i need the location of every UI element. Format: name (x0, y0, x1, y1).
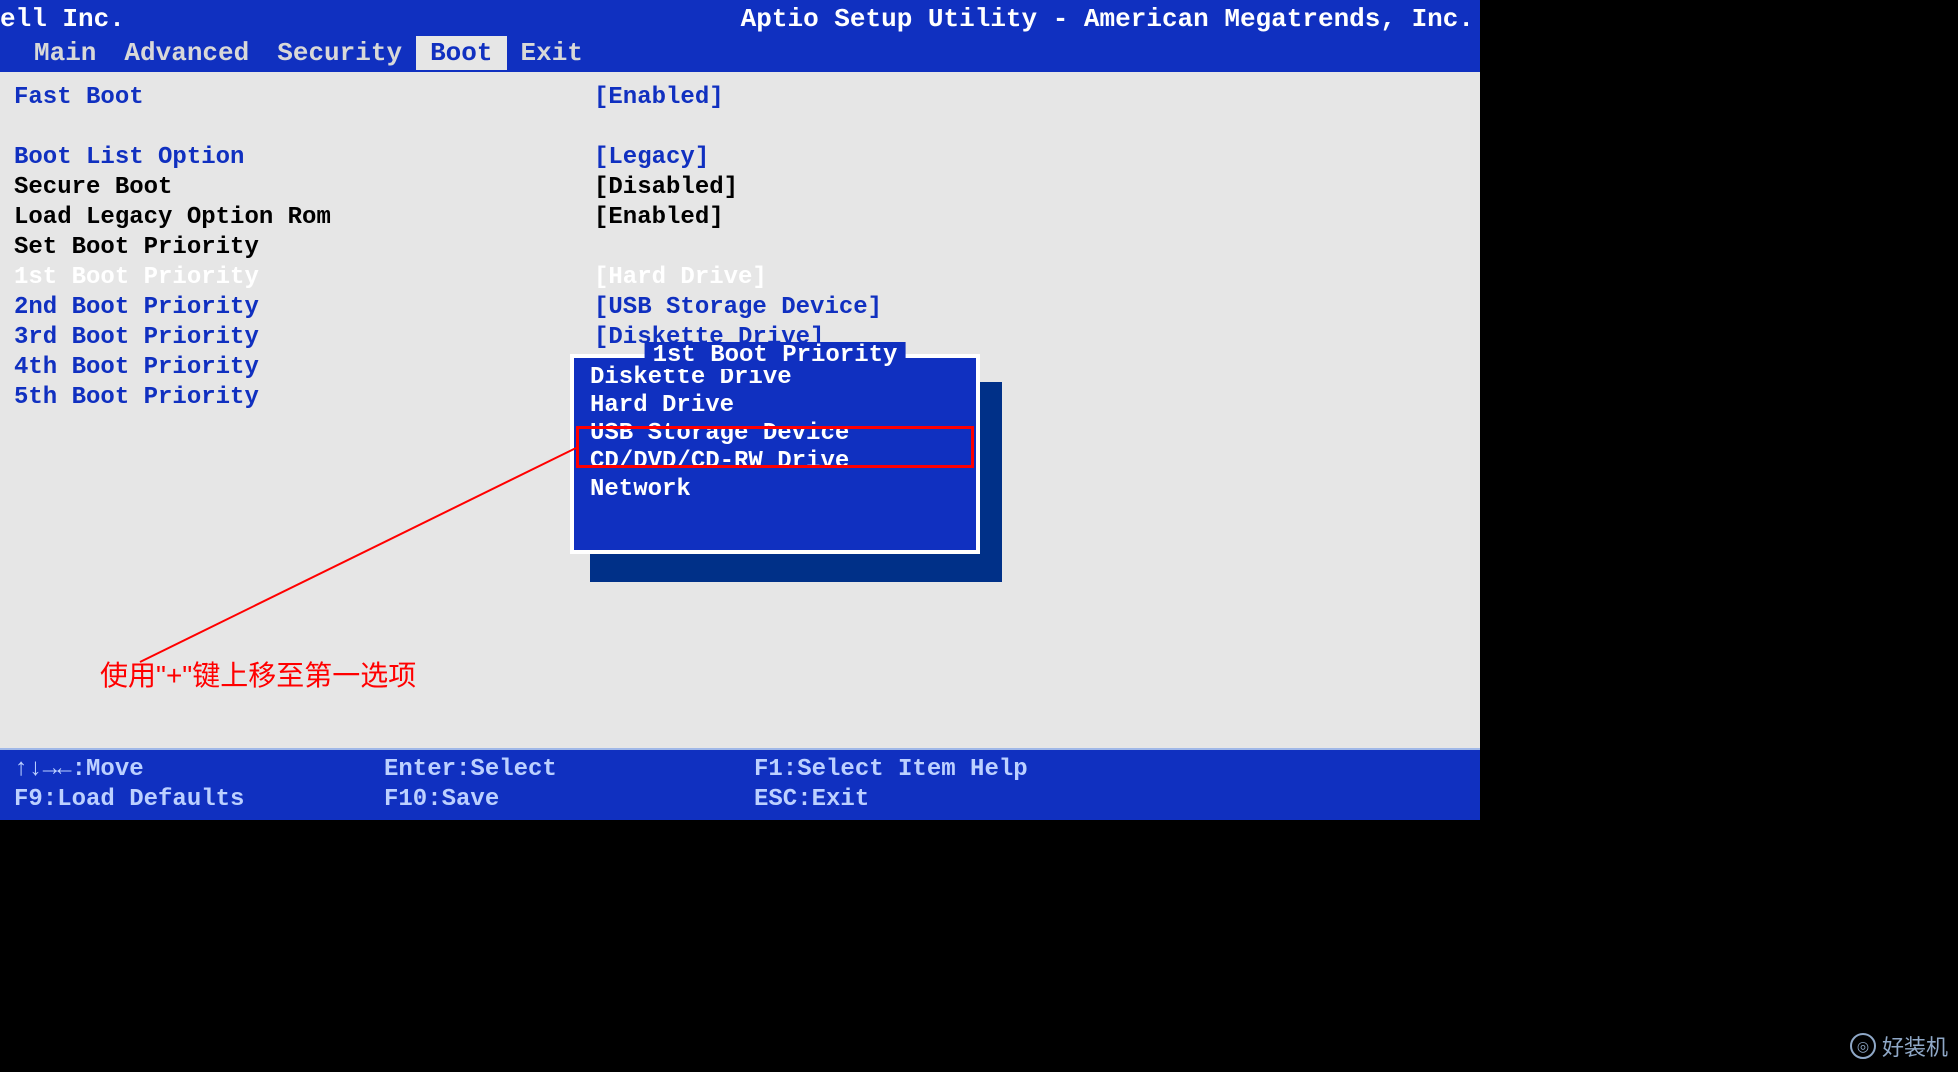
label-fast-boot: Fast Boot (14, 84, 594, 111)
tabs: Main Advanced Security Boot Exit (20, 36, 597, 70)
row-load-legacy-option-rom[interactable]: Load Legacy Option Rom [Enabled] (14, 202, 1466, 232)
tab-advanced[interactable]: Advanced (110, 36, 263, 70)
annotation-text: 使用"+"键上移至第一选项 (100, 654, 416, 694)
label-boot1: 1st Boot Priority (14, 264, 594, 291)
bios-screen: ell Inc. Aptio Setup Utility - American … (0, 0, 1480, 820)
footer-enter: Enter:Select (384, 756, 754, 786)
row-boot-list-option[interactable]: Boot List Option [Legacy] (14, 142, 1466, 172)
label-secure-boot: Secure Boot (14, 174, 594, 201)
popup-item-hard-drive[interactable]: Hard Drive (584, 392, 966, 420)
footer-f9: F9:Load Defaults (14, 786, 384, 816)
tab-main[interactable]: Main (20, 36, 110, 70)
footer-f1: F1:Select Item Help (754, 756, 1124, 786)
footer-esc: ESC:Exit (754, 786, 1124, 816)
label-load-legacy: Load Legacy Option Rom (14, 204, 594, 231)
popup-item-usb-storage[interactable]: USB Storage Device (584, 420, 966, 448)
row-secure-boot[interactable]: Secure Boot [Disabled] (14, 172, 1466, 202)
watermark: ◎ 好装机 (1850, 1030, 1948, 1062)
label-boot4: 4th Boot Priority (14, 354, 594, 381)
spacer (14, 112, 1466, 142)
value-secure-boot: [Disabled] (594, 174, 738, 201)
popup-title: 1st Boot Priority (645, 342, 906, 369)
popup-item-network[interactable]: Network (584, 476, 966, 504)
row-set-boot-priority[interactable]: Set Boot Priority (14, 232, 1466, 262)
label-boot3: 3rd Boot Priority (14, 324, 594, 351)
tab-security[interactable]: Security (263, 36, 416, 70)
row-boot1[interactable]: 1st Boot Priority [Hard Drive] (14, 262, 1466, 292)
value-load-legacy: [Enabled] (594, 204, 724, 231)
row-fast-boot[interactable]: Fast Boot [Enabled] (14, 82, 1466, 112)
tab-exit[interactable]: Exit (507, 36, 597, 70)
popup-item-cd-dvd[interactable]: CD/DVD/CD-RW Drive (584, 448, 966, 476)
label-boot-list-option: Boot List Option (14, 144, 594, 171)
body-panel: Fast Boot [Enabled] Boot List Option [Le… (0, 72, 1480, 748)
label-boot5: 5th Boot Priority (14, 384, 594, 411)
vendor-label: ell Inc. (0, 4, 125, 34)
footer-move: ↑↓→←:Move (14, 756, 384, 786)
row-boot2[interactable]: 2nd Boot Priority [USB Storage Device] (14, 292, 1466, 322)
label-boot2: 2nd Boot Priority (14, 294, 594, 321)
watermark-text: 好装机 (1882, 1030, 1948, 1062)
tab-boot[interactable]: Boot (416, 36, 506, 70)
value-fast-boot: [Enabled] (594, 84, 724, 111)
footer-bar: ↑↓→←:Move Enter:Select F1:Select Item He… (0, 748, 1480, 820)
value-boot2: [USB Storage Device] (594, 294, 882, 321)
boot-priority-popup: 1st Boot Priority Diskette Drive Hard Dr… (570, 354, 980, 554)
label-set-boot-priority: Set Boot Priority (14, 234, 594, 261)
watermark-icon: ◎ (1850, 1033, 1876, 1059)
value-boot-list-option: [Legacy] (594, 144, 709, 171)
header-bar: ell Inc. Aptio Setup Utility - American … (0, 0, 1480, 72)
value-boot1: [Hard Drive] (594, 264, 767, 291)
utility-title: Aptio Setup Utility - American Megatrend… (741, 4, 1474, 34)
footer-f10: F10:Save (384, 786, 754, 816)
